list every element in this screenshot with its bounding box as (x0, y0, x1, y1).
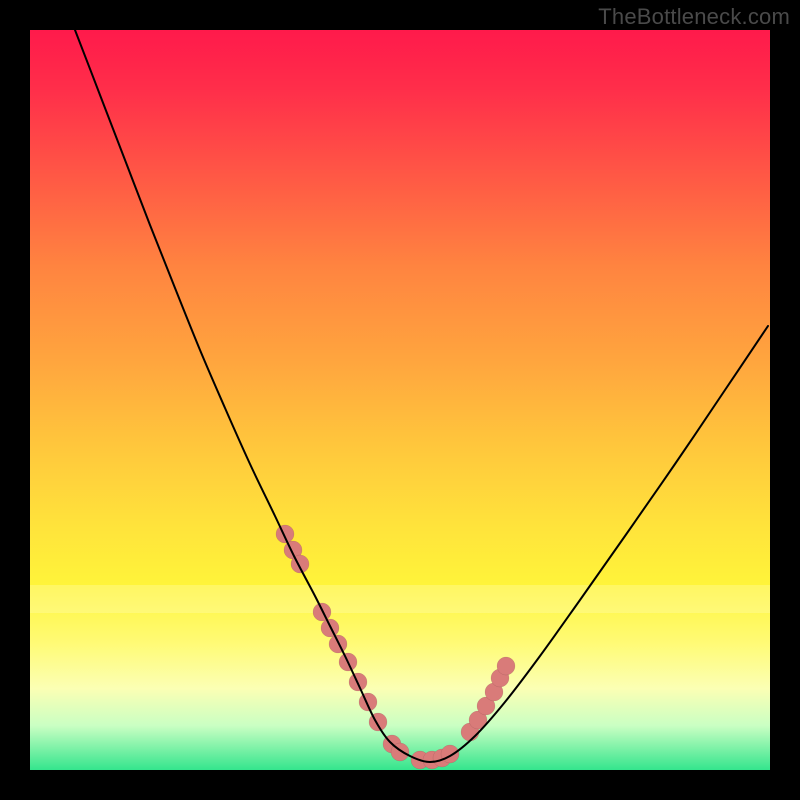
data-marker (291, 555, 309, 573)
data-marker (359, 693, 377, 711)
data-marker (441, 745, 459, 763)
data-marker (276, 525, 294, 543)
plot-area (30, 30, 770, 770)
chart-svg (30, 30, 770, 770)
chart-frame: TheBottleneck.com (0, 0, 800, 800)
watermark-label: TheBottleneck.com (598, 4, 790, 30)
bottleneck-curve-path (75, 30, 768, 762)
data-marker (497, 657, 515, 675)
